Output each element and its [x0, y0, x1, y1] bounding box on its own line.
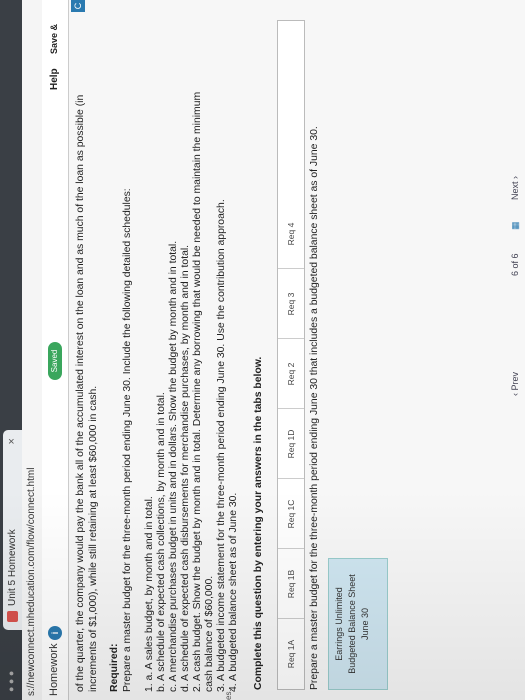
tab-req-2[interactable]: Req 2: [278, 338, 304, 409]
tab-favicon-icon: [7, 611, 18, 622]
tab-req-1b[interactable]: Req 1B: [278, 548, 304, 619]
schedule-item: cash balance of $60,000.: [204, 575, 215, 692]
tab-req-1d[interactable]: Req 1D: [278, 408, 304, 479]
tab-req-1c[interactable]: Req 1C: [278, 478, 304, 549]
browser-tab[interactable]: Unit 5 Homework ×: [3, 430, 22, 630]
info-icon[interactable]: i: [48, 626, 62, 640]
page-title: Homework: [48, 643, 60, 696]
schedule-item: d. A schedule of expected cash disbursem…: [180, 244, 191, 692]
tab-req-1a[interactable]: Req 1A: [278, 618, 304, 689]
schedule-item: 4. A budgeted balance sheet as of June 3…: [228, 492, 239, 692]
statement-header: Earrings Unlimited Budgeted Balance Shee…: [328, 558, 388, 690]
tab-prompt: Prepare a master budget for the three-mo…: [309, 126, 320, 690]
schedule-item: c. A merchandise purchases budget in uni…: [168, 240, 179, 692]
statement-date: June 30: [360, 607, 370, 641]
tab-close-icon[interactable]: ×: [6, 438, 18, 444]
problem-line: increments of $1,000), while still retai…: [88, 385, 99, 692]
schedule-item: 2. A cash budget. Show the budget by mon…: [192, 91, 203, 692]
left-fragment: es.: [224, 689, 233, 700]
instruction-text: Complete this question by entering your …: [253, 356, 264, 690]
app-header: Homework i Saved Help Save &: [42, 0, 69, 700]
grid-icon[interactable]: ▦: [510, 221, 521, 230]
tab-title: Unit 5 Homework: [7, 529, 18, 606]
save-exit-link[interactable]: Save &: [49, 24, 59, 54]
tab-req-4[interactable]: Req 4: [278, 199, 304, 269]
address-bar[interactable]: s://newconnect.mheducation.com/flow/conn…: [22, 0, 43, 700]
rotated-screen: ● ● ● Unit 5 Homework × s://newconnect.m…: [0, 0, 525, 700]
page-indicator: 6 of 6: [510, 253, 520, 276]
saved-badge: Saved: [48, 342, 62, 380]
tab-req-3[interactable]: Req 3: [278, 268, 304, 339]
schedule-item: 3. A budgeted income statement for the t…: [216, 199, 227, 692]
statement-title: Budgeted Balance Sheet: [347, 574, 357, 674]
required-heading: Required:: [109, 643, 120, 693]
company-name: Earrings Unlimited: [334, 587, 344, 661]
url-text: s://newconnect.mheducation.com/flow/conn…: [26, 467, 37, 696]
question-content: C of the quarter, the company would pay …: [69, 0, 525, 700]
window-controls[interactable]: ● ● ●: [6, 671, 16, 692]
prev-button[interactable]: ‹ Prev: [510, 372, 520, 396]
side-panel-button[interactable]: C: [71, 0, 85, 12]
browser-tab-strip: ● ● ● Unit 5 Homework ×: [0, 0, 22, 700]
pagination-footer: ‹ Prev 6 of 6 ▦ Next ›: [507, 0, 525, 700]
help-link[interactable]: Help: [49, 68, 60, 90]
req-tabs: Req 1A Req 1B Req 1C Req 1D Req 2 Req 3 …: [277, 20, 305, 690]
required-text: Prepare a master budget for the three-mo…: [122, 188, 133, 692]
schedule-item: 1. a. A sales budget, by month and in to…: [144, 496, 155, 692]
problem-line: of the quarter, the company would pay th…: [75, 94, 86, 692]
schedule-item: b. A schedule of expected cash collectio…: [156, 392, 167, 692]
next-button[interactable]: Next ›: [510, 176, 520, 200]
